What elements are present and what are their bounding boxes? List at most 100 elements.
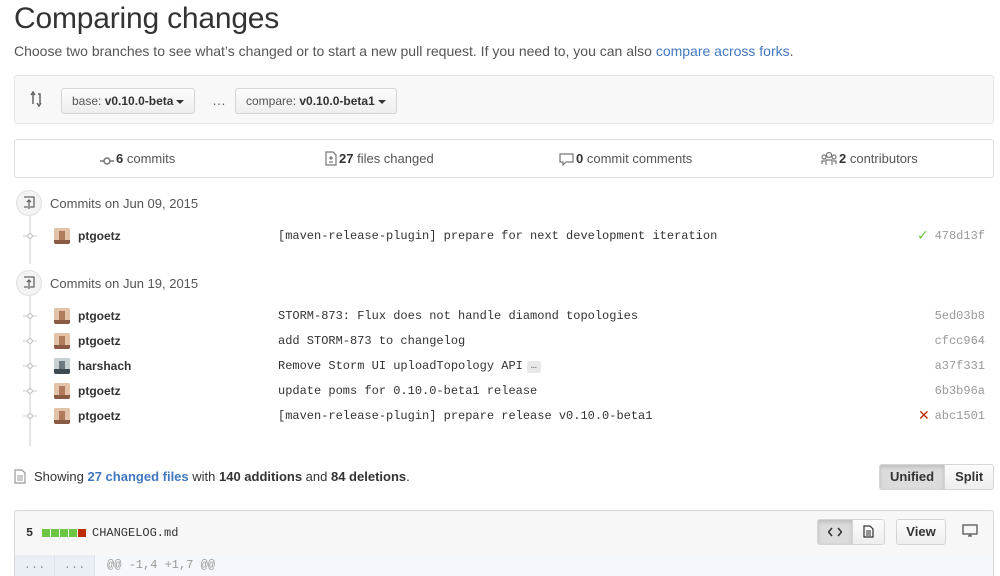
commit-sha[interactable]: 5ed03b8: [935, 309, 985, 323]
comment-icon: [559, 153, 574, 167]
changed-files-link[interactable]: 27 changed files: [87, 469, 188, 484]
summary-contributors[interactable]: 2 contributors: [821, 151, 918, 166]
expand-message-button[interactable]: …: [526, 361, 541, 373]
avatar[interactable]: [54, 358, 70, 374]
source-diff-button[interactable]: [817, 519, 853, 545]
showing-prefix: Showing: [34, 469, 88, 484]
commit-node-icon: [23, 413, 37, 419]
commit-author[interactable]: ptgoetz: [78, 229, 121, 243]
commit-author[interactable]: ptgoetz: [78, 309, 121, 323]
comments-label: commit comments: [583, 151, 693, 166]
git-commit-group-icon: [16, 270, 42, 296]
showing-mid1: with: [188, 469, 219, 484]
avatar[interactable]: [54, 228, 70, 244]
diff-summary: Showing 27 changed files with 140 additi…: [34, 469, 410, 484]
diffstat-deleted-block: [78, 529, 86, 537]
code-icon: [827, 527, 843, 537]
organization-icon: [821, 151, 837, 165]
range-separator: …: [212, 92, 227, 108]
compare-across-forks-link[interactable]: compare across forks: [656, 43, 790, 59]
chevron-down-icon: [377, 99, 386, 104]
compare-prefix: compare:: [246, 94, 300, 108]
timeline-line: [29, 216, 31, 264]
diffstat-added-block: [60, 529, 68, 537]
commit-node-icon: [23, 388, 37, 394]
summary-files[interactable]: 27 files changed: [325, 151, 434, 166]
commit-node-icon: [23, 233, 37, 239]
commit-node-icon: [23, 363, 37, 369]
commit-author[interactable]: ptgoetz: [78, 384, 121, 398]
compare-arrows-icon: [29, 90, 43, 112]
unified-view-button[interactable]: Unified: [879, 464, 946, 490]
diff-hunk-header: @@ -1,4 +1,7 @@: [107, 558, 216, 572]
file-name[interactable]: CHANGELOG.md: [92, 526, 178, 540]
diff-hunk-row: ... ... @@ -1,4 +1,7 @@: [14, 555, 994, 576]
commit-sha[interactable]: 478d13f: [935, 229, 985, 243]
summary-comments[interactable]: 0 commit comments: [559, 151, 693, 167]
commit-message[interactable]: add STORM-873 to changelog: [278, 334, 465, 348]
git-commit-group-icon: [16, 190, 42, 216]
file-text-icon: [863, 525, 874, 538]
commit-message[interactable]: [maven-release-plugin] prepare release v…: [278, 409, 652, 423]
file-icon: [14, 469, 26, 489]
commit-group-title: Commits on Jun 19, 2015: [50, 276, 199, 291]
base-prefix: base:: [72, 94, 105, 108]
avatar[interactable]: [54, 383, 70, 399]
chevron-down-icon: [176, 99, 185, 104]
desktop-icon[interactable]: [957, 519, 983, 545]
commit-message-text[interactable]: Remove Storm UI uploadTopology API: [278, 359, 523, 373]
range-editor: base: v0.10.0-beta … compare: v0.10.0-be…: [14, 75, 994, 124]
subtitle-end: .: [789, 43, 794, 59]
commit-message[interactable]: update poms for 0.10.0-beta1 release: [278, 384, 537, 398]
commit-sha[interactable]: 6b3b96a: [935, 384, 985, 398]
file-changes-count: 5: [26, 526, 34, 540]
expand-line-right[interactable]: ...: [55, 555, 95, 576]
commit-message[interactable]: [maven-release-plugin] prepare for next …: [278, 229, 717, 243]
deletions-count: 84 deletions: [330, 469, 407, 484]
commit-sha[interactable]: abc1501: [935, 409, 985, 423]
summary-bar: 6 commits 27 files changed 0 commit comm…: [14, 139, 994, 178]
commit-icon: [100, 157, 114, 165]
showing-end: .: [406, 469, 410, 484]
diff-view-toggle: Unified Split: [879, 464, 995, 490]
commit-node-icon: [23, 338, 37, 344]
subtitle-text: Choose two branches to see what’s change…: [14, 43, 656, 59]
files-label: files changed: [353, 151, 434, 166]
avatar[interactable]: [54, 408, 70, 424]
commit-message[interactable]: STORM-873: Flux does not handle diamond …: [278, 309, 638, 323]
page-title: Comparing changes: [14, 2, 280, 35]
additions-count: 140 additions: [218, 469, 303, 484]
base-branch-select[interactable]: base: v0.10.0-beta: [61, 88, 196, 114]
diffstat-added-block: [69, 529, 77, 537]
diffstat-added-block: [42, 529, 50, 537]
rich-diff-button[interactable]: [852, 519, 885, 545]
view-file-button[interactable]: View: [896, 519, 946, 545]
base-branch-name: v0.10.0-beta: [104, 94, 174, 108]
diffstat-added-block: [51, 529, 59, 537]
commit-author[interactable]: ptgoetz: [78, 409, 121, 423]
showing-mid2: and: [302, 469, 331, 484]
commits-label: commits: [123, 151, 176, 166]
compare-branch-name: v0.10.0-beta1: [299, 94, 375, 108]
commit-sha[interactable]: a37f331: [935, 359, 985, 373]
avatar[interactable]: [54, 308, 70, 324]
avatar[interactable]: [54, 333, 70, 349]
file-diff-icon: [325, 151, 337, 166]
files-count: 27: [339, 151, 354, 166]
compare-branch-select[interactable]: compare: v0.10.0-beta1: [235, 88, 397, 114]
commit-node-icon: [23, 313, 37, 319]
summary-commits[interactable]: 6 commits: [100, 151, 175, 166]
commit-group-title: Commits on Jun 09, 2015: [50, 196, 199, 211]
file-header: 5 CHANGELOG.md View: [14, 510, 994, 555]
expand-line-left[interactable]: ...: [15, 555, 55, 576]
page-subtitle: Choose two branches to see what’s change…: [14, 43, 794, 59]
commit-message: Remove Storm UI uploadTopology API…: [278, 359, 541, 373]
check-icon[interactable]: ✓: [917, 227, 929, 244]
x-icon[interactable]: ✕: [918, 407, 930, 424]
contributors-label: contributors: [846, 151, 918, 166]
split-view-button[interactable]: Split: [945, 464, 995, 490]
diffstat-bar: [42, 529, 86, 537]
commit-author[interactable]: ptgoetz: [78, 334, 121, 348]
commit-sha[interactable]: cfcc964: [935, 334, 985, 348]
commit-author[interactable]: harshach: [78, 359, 131, 373]
